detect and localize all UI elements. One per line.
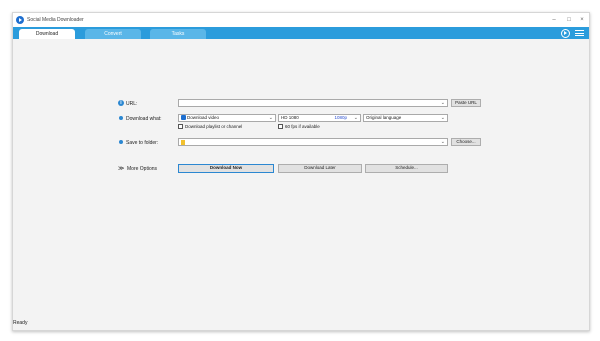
app-window: Social Media Downloader – □ × Download C… xyxy=(12,12,590,331)
playlist-checkbox-label: Download playlist or channel xyxy=(185,124,243,129)
tab-convert[interactable]: Convert xyxy=(85,29,141,39)
tab-download[interactable]: Download xyxy=(19,29,75,39)
maximize-icon[interactable]: □ xyxy=(564,16,574,24)
status-bar-text: Ready xyxy=(13,320,28,326)
chevron-down-icon[interactable]: ⌄ xyxy=(441,139,445,145)
video-icon xyxy=(181,115,186,121)
chevron-down-icon[interactable]: ⌄ xyxy=(441,100,445,106)
title-bar: Social Media Downloader – □ × xyxy=(13,13,589,27)
double-chevron-icon[interactable]: ≫ xyxy=(118,165,124,172)
save-folder-input[interactable]: ⌄ xyxy=(178,138,448,146)
quality-value: HD 1080 xyxy=(281,115,299,120)
tab-bar: Download Convert Tasks xyxy=(13,27,589,39)
download-now-button[interactable]: Download Now xyxy=(178,164,274,173)
download-what-value: Download video xyxy=(187,115,220,120)
url-label: URL: xyxy=(126,101,138,107)
play-icon[interactable] xyxy=(561,29,570,38)
paste-url-button[interactable]: Paste URL xyxy=(451,99,481,107)
bullet-icon xyxy=(119,140,123,144)
chevron-down-icon[interactable]: ⌄ xyxy=(441,115,445,121)
playlist-checkbox[interactable] xyxy=(178,124,183,129)
app-logo-icon xyxy=(16,16,24,24)
folder-icon xyxy=(181,140,185,145)
download-later-button[interactable]: Download Later xyxy=(278,164,362,173)
url-input[interactable]: ⌄ xyxy=(178,99,448,107)
language-value: Original language xyxy=(366,115,402,120)
choose-folder-button[interactable]: Choose... xyxy=(451,138,481,146)
schedule-button[interactable]: Schedule... xyxy=(365,164,448,173)
info-icon[interactable]: i xyxy=(118,100,124,106)
fps-checkbox-label: 60 fps if available xyxy=(285,124,320,129)
window-title: Social Media Downloader xyxy=(27,17,84,23)
menu-icon[interactable] xyxy=(575,29,584,37)
language-select[interactable]: Original language ⌄ xyxy=(363,114,448,122)
quality-select[interactable]: HD 1080 1080p ⌄ xyxy=(278,114,361,122)
minimize-icon[interactable]: – xyxy=(549,16,559,24)
chevron-down-icon[interactable]: ⌄ xyxy=(354,115,358,121)
tab-tasks[interactable]: Tasks xyxy=(150,29,206,39)
chevron-down-icon[interactable]: ⌄ xyxy=(269,115,273,121)
download-what-label: Download what: xyxy=(126,116,162,122)
resolution-value: 1080p xyxy=(334,115,347,120)
more-options-label[interactable]: More Options xyxy=(127,166,157,172)
fps-checkbox[interactable] xyxy=(278,124,283,129)
save-to-label: Save to folder: xyxy=(126,140,159,146)
bullet-icon xyxy=(119,116,123,120)
close-icon[interactable]: × xyxy=(577,16,587,24)
download-what-select[interactable]: Download video ⌄ xyxy=(178,114,276,122)
